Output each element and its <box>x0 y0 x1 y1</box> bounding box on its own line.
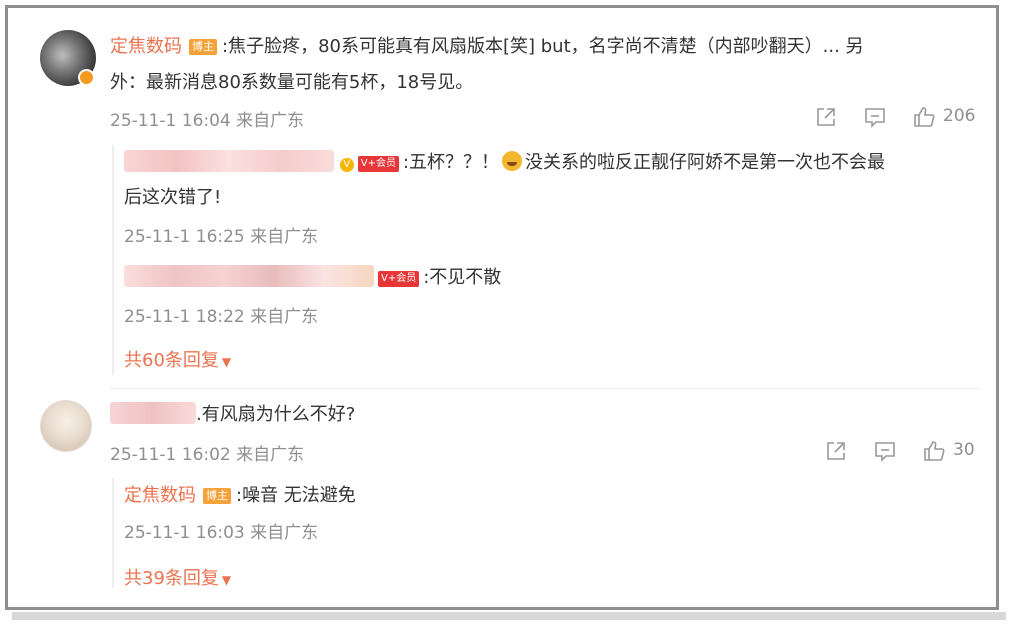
reply-text: :不见不散 <box>423 267 502 288</box>
vip-badge: V+会员 <box>357 156 399 172</box>
more-replies-link[interactable]: 共60条回复 ▼ <box>124 346 231 372</box>
like-icon[interactable] <box>913 106 935 128</box>
blogger-badge: 博主 <box>203 488 231 504</box>
avatar[interactable] <box>40 400 92 452</box>
more-replies-label: 共39条回复 <box>124 568 219 589</box>
masked-username[interactable] <box>124 150 334 172</box>
panel-shadow <box>12 612 1006 620</box>
reply-line-2: V+会员:不见不散 <box>124 265 501 291</box>
author-name[interactable]: 定焦数码 <box>124 485 196 506</box>
reply-text: :五杯？？！ <box>402 152 500 173</box>
reply-time: 25-11-1 16:25 来自广东 <box>124 227 319 247</box>
masked-username[interactable] <box>110 402 196 424</box>
comment-icon[interactable] <box>874 440 896 462</box>
reply-text-b: 没关系的啦反正靓仔阿娇不是第一次也不会最 <box>525 152 886 173</box>
like-icon[interactable] <box>923 440 945 462</box>
comment-time: 25-11-1 16:04 来自广东 <box>110 111 305 131</box>
comment-text: :焦子脸疼，80系可能真有风扇版本[笑] but，名字尚不清楚（内部吵翻天）..… <box>222 36 864 57</box>
crying-emoji-icon <box>502 151 523 171</box>
reply-indent-bar <box>112 478 114 588</box>
author-name[interactable]: 定焦数码 <box>110 36 182 57</box>
comment-text: .有风扇为什么不好? <box>196 404 356 425</box>
comment-time: 25-11-1 16:02 来自广东 <box>110 445 305 465</box>
like-count: 30 <box>953 440 975 460</box>
share-icon[interactable] <box>815 106 837 128</box>
share-icon[interactable] <box>825 440 847 462</box>
comment-line-1: 定焦数码 博主 :焦子脸疼，80系可能真有风扇版本[笑] but，名字尚不清楚（内部… <box>110 34 864 60</box>
more-replies-link[interactable]: 共39条回复 ▼ <box>124 564 231 590</box>
verified-icon: V <box>339 158 354 172</box>
caret-down-icon: ▼ <box>221 573 232 587</box>
reply-time: 25-11-1 18:22 来自广东 <box>124 307 319 327</box>
reply-time: 25-11-1 16:03 来自广东 <box>124 523 319 543</box>
comment-icon[interactable] <box>864 106 886 128</box>
reply-line-1: V V+会员:五杯？？！ 没关系的啦反正靓仔阿娇不是第一次也不会最 <box>124 150 885 176</box>
more-replies-label: 共60条回复 <box>124 350 219 371</box>
vip-badge: V+会员 <box>378 271 420 287</box>
comment-text-cont: 外：最新消息80系数量可能有5杯，18号见。 <box>110 72 474 93</box>
reply-line: 定焦数码 博主 :噪音 无法避免 <box>124 483 356 509</box>
divider <box>110 388 980 389</box>
reply-text-cont: 后这次错了! <box>124 187 222 208</box>
comment-line: .有风扇为什么不好? <box>110 402 355 428</box>
reply-text: :噪音 无法避免 <box>236 485 356 506</box>
like-count: 206 <box>943 106 976 126</box>
masked-username[interactable] <box>124 265 374 287</box>
avatar-verified-icon <box>78 69 95 86</box>
blogger-badge: 博主 <box>189 39 217 55</box>
reply-indent-bar <box>112 145 114 375</box>
caret-down-icon: ▼ <box>221 355 232 369</box>
